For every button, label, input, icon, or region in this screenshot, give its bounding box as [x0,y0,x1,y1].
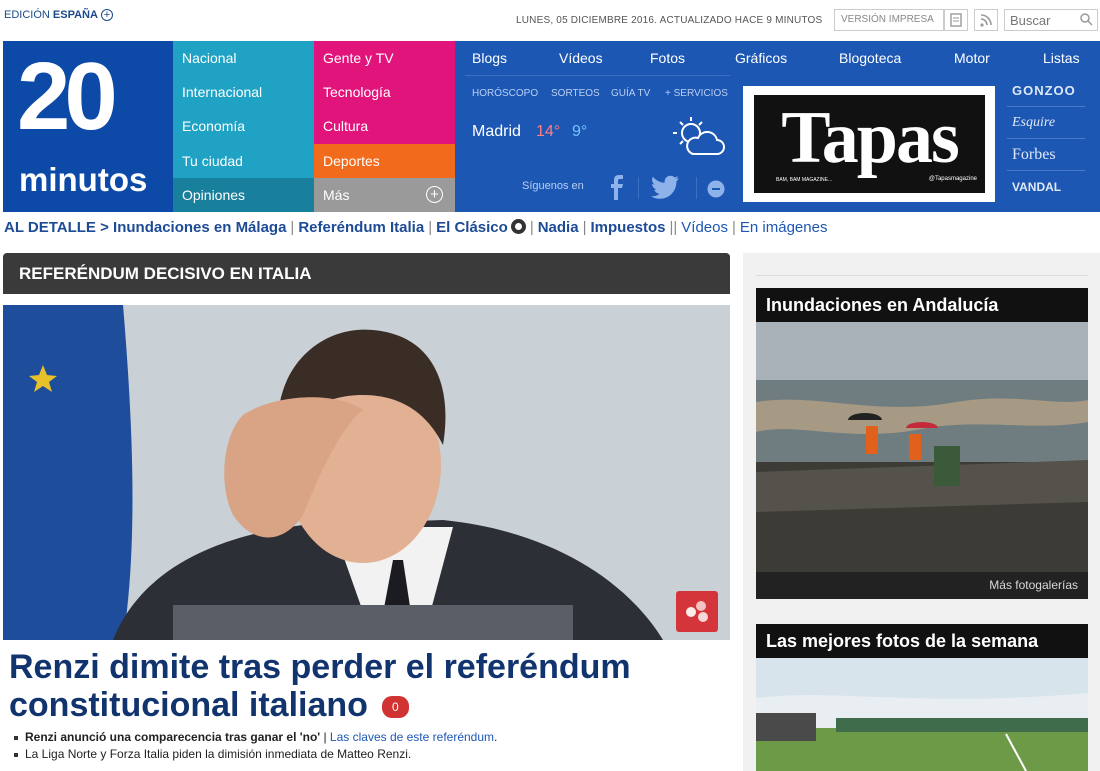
trending-item[interactable]: Inundaciones en Málaga [113,219,286,236]
nav-graficos[interactable]: Gráficos [735,50,787,66]
nav-item-gente-tv[interactable]: Gente y TV [314,41,455,75]
edition-selector[interactable]: EDICIÓN ESPAÑA + [4,9,113,21]
list-item[interactable]: La Liga Norte y Forza Italia piden la di… [12,746,497,763]
trending-item[interactable]: Impuestos [590,219,665,236]
card-title[interactable]: Las mejores fotos de la semana [756,624,1088,658]
nav-item-cultura[interactable]: Cultura [314,109,455,143]
ad-subtitle: BAM, BAM MAGAZINE... [776,177,833,183]
trending-images[interactable]: En imágenes [740,219,828,236]
divider [465,75,730,76]
nav-item-nacional[interactable]: Nacional [173,41,314,75]
search-icon[interactable] [1079,12,1093,31]
ad-handle: @Tapasmagazine [928,176,977,182]
plus-circle-icon[interactable]: + [100,9,113,21]
nav-column-topics: Gente y TV Tecnología Cultura Deportes M… [314,41,455,212]
bullet-text[interactable]: Renzi anunció una comparecencia tras gan… [25,730,320,744]
top-bar: EDICIÓN ESPAÑA + LUNES, 05 DICIEMBRE 2016… [0,0,1100,40]
nav-horoscopo[interactable]: HORÓSCOPO [472,88,538,99]
trending-item[interactable]: Referéndum Italia [298,219,424,236]
site-header: 20 minutos Nacional Internacional Econom… [3,41,1100,212]
nav-listas[interactable]: Listas [1043,50,1080,66]
divider [696,177,697,199]
story-bullets: Renzi anunció una comparecencia tras gan… [12,729,497,763]
date-updated: LUNES, 05 DICIEMBRE 2016. ACTUALIZADO HA… [516,15,823,26]
more-social-icon[interactable] [707,180,725,203]
divider [756,275,1088,276]
trending-videos[interactable]: Vídeos [681,219,728,236]
nav-item-internacional[interactable]: Internacional [173,75,314,109]
brand-forbes[interactable]: Forbes [1007,139,1085,171]
plus-circle-icon: + [426,185,443,203]
nav-blogoteca[interactable]: Blogoteca [839,50,901,66]
sun-cloud-icon [669,116,727,163]
nav-mas-servicios[interactable]: + SERVICIOS [665,88,728,99]
section-heading[interactable]: REFERÉNDUM DECISIVO EN ITALIA [3,253,730,294]
related-link[interactable]: Las claves de este referéndum [330,730,494,744]
nav-item-mas[interactable]: Más + [314,177,455,212]
nav-fotos[interactable]: Fotos [650,50,685,66]
card-image[interactable] [756,322,1088,572]
edition-label: EDICIÓN [4,9,50,21]
soccer-ball-icon [510,219,526,234]
card-title[interactable]: Inundaciones en Andalucía [756,288,1088,322]
nav-videos[interactable]: Vídeos [559,50,603,66]
brand-gonzoo[interactable]: GONZOO [1007,75,1085,107]
main-story-photo[interactable] [3,305,730,640]
gallery-card-floods[interactable]: Inundaciones en Andalucía Más fotogalerí… [756,288,1088,599]
weather-low: 9° [572,123,588,140]
follow-label: Síguenos en [522,180,584,192]
top-nav: Blogs Vídeos Fotos Gráficos Blogoteca Mo… [455,41,1100,75]
site-logo[interactable]: 20 minutos [3,41,173,212]
main-headline[interactable]: Renzi dimite tras perder el referéndum c… [9,648,729,724]
nav-item-tu-ciudad[interactable]: Tu ciudad [173,144,314,178]
trending-prefix[interactable]: AL DETALLE > [4,219,109,236]
divider [638,177,639,199]
nav-item-mas-label: Más [323,186,350,203]
ad-image: Tapas BAM, BAM MAGAZINE... @Tapasmagazin… [754,95,985,193]
nav-guia-tv[interactable]: GUÍA TV [611,88,650,99]
headline-text[interactable]: Renzi dimite tras perder el referéndum c… [9,648,631,724]
ad-banner[interactable]: Tapas BAM, BAM MAGAZINE... @Tapasmagazin… [743,86,995,202]
gallery-card-week-photos[interactable]: Las mejores fotos de la semana [756,624,1088,771]
brand-esquire[interactable]: Esquire [1007,107,1085,139]
nav-column-sections: Nacional Internacional Economía Tu ciuda… [173,41,314,212]
nav-item-opiniones[interactable]: Opiniones [173,177,314,212]
nav-item-tecnologia[interactable]: Tecnología [314,75,455,109]
edition-country: ESPAÑA [52,9,98,21]
logo-word: minutos [19,161,148,198]
comment-count-badge[interactable]: 0 [381,696,409,719]
sidebar: Inundaciones en Andalucía Más fotogalerí… [743,253,1100,771]
weather-city[interactable]: Madrid [472,123,521,141]
facebook-icon[interactable] [607,174,625,205]
document-icon[interactable] [944,9,968,31]
card-image[interactable] [756,658,1088,771]
trending-item[interactable]: Nadia [538,219,579,236]
logo-number: 20 [17,43,118,150]
nav-blogs[interactable]: Blogs [472,50,507,66]
more-galleries-link[interactable]: Más fotogalerías [756,572,1088,599]
print-version-button[interactable]: VERSIÓN IMPRESA [834,9,944,31]
weather-high: 14° [536,123,561,140]
list-item: Renzi anunció una comparecencia tras gan… [12,729,497,746]
nav-item-deportes[interactable]: Deportes [314,143,455,178]
nav-item-economia[interactable]: Economía [173,109,314,143]
trending-bar: AL DETALLE > Inundaciones en Málaga | Refe… [4,219,828,236]
nav-motor[interactable]: Motor [954,50,990,66]
trending-item[interactable]: El Clásico [436,219,508,236]
twitter-icon[interactable] [650,174,680,205]
brand-vandal[interactable]: VANDAL [1007,171,1085,203]
partner-brands: GONZOO Esquire Forbes VANDAL [1007,75,1085,203]
nav-sorteos[interactable]: SORTEOS [551,88,600,99]
gallery-icon[interactable] [676,591,718,632]
ad-title: Tapas [781,97,960,179]
rss-icon[interactable] [974,9,998,31]
